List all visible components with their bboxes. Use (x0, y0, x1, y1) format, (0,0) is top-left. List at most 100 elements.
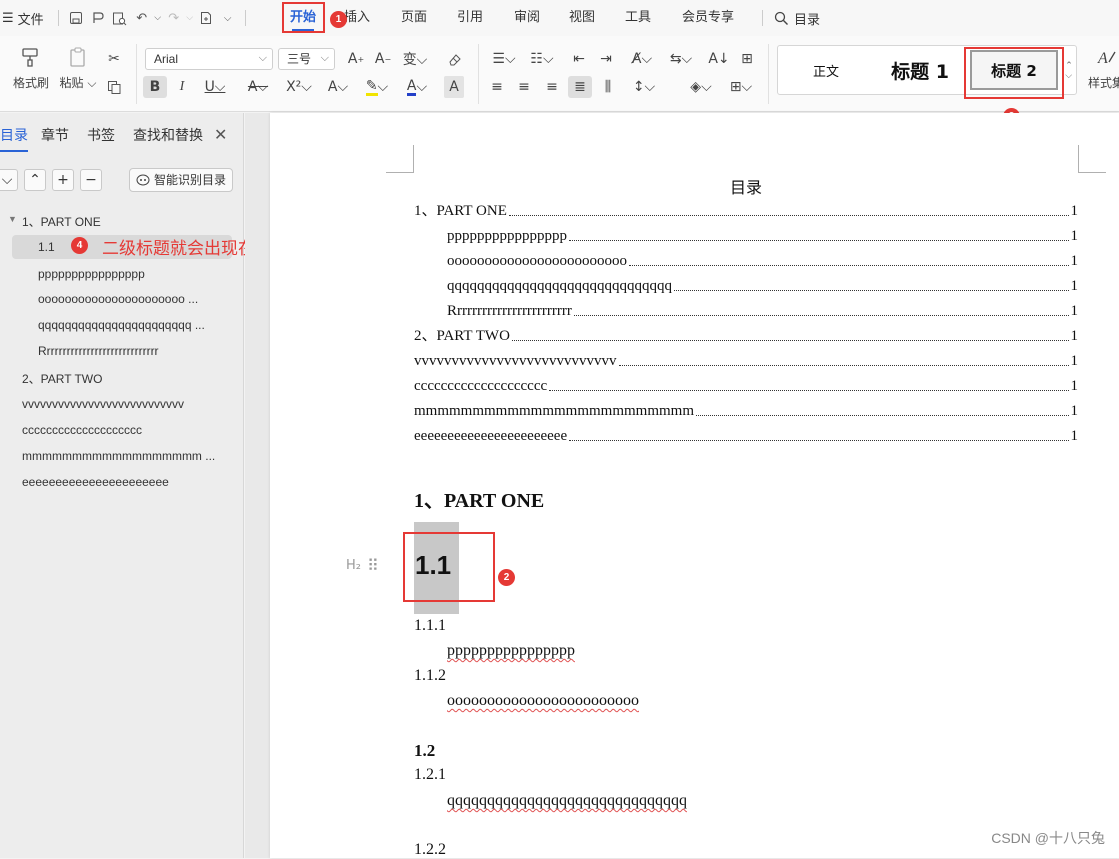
close-pane-icon[interactable]: ✕ (214, 124, 227, 148)
nav-tab-chapters[interactable]: 章节 (41, 125, 69, 149)
toc-row[interactable]: oooooooooooooooooooooooo1 (414, 250, 1078, 270)
export-pdf-icon[interactable] (87, 7, 109, 29)
style-heading-1[interactable]: 标题 1 (874, 46, 966, 94)
toc-row[interactable]: Rrrrrrrrrrrrrrrrrrrrrrrr1 (414, 300, 1078, 320)
search-box[interactable]: 目录 (774, 0, 820, 36)
tab-view[interactable]: 视图 (569, 0, 595, 36)
align-center-icon[interactable]: ≡ (512, 76, 536, 98)
body-text[interactable]: pppppppppppppppp (447, 642, 575, 660)
toc-item[interactable]: mmmmmmmmmmmmmmmmmm ... (22, 449, 234, 463)
char-shading-icon[interactable]: A (444, 76, 464, 98)
drag-handle-icon[interactable]: ⠿ (367, 556, 379, 575)
toc-row[interactable]: qqqqqqqqqqqqqqqqqqqqqqqqqqqqqq1 (414, 275, 1078, 295)
grow-font-icon[interactable]: A+ (344, 48, 368, 70)
decrease-indent-icon[interactable]: ⇤ (567, 48, 591, 70)
tab-home[interactable]: 开始 (290, 0, 316, 36)
toc-item[interactable]: pppppppppppppppp (38, 267, 228, 281)
toc-item[interactable]: eeeeeeeeeeeeeeeeeeeeee (22, 475, 232, 489)
tab-review[interactable]: 审阅 (514, 0, 540, 36)
shrink-font-icon[interactable]: A− (371, 48, 395, 70)
tab-references[interactable]: 引用 (457, 0, 483, 36)
style-heading-2[interactable]: 标题 2 (970, 50, 1058, 90)
save-icon[interactable] (65, 7, 87, 29)
underline-icon[interactable]: U⌵ (200, 76, 230, 98)
nav-tab-toc[interactable]: 目录 (0, 125, 28, 149)
heading-2[interactable]: 1.2 (414, 741, 435, 761)
copy-icon[interactable] (102, 76, 126, 98)
font-color-icon[interactable]: A⌵ (402, 76, 432, 98)
heading-3[interactable]: 1.1.1 (414, 617, 446, 635)
toc-row[interactable]: eeeeeeeeeeeeeeeeeeeeeee1 (414, 425, 1078, 445)
move-up-icon[interactable]: ⌃ (24, 169, 46, 191)
undo-dropdown-icon[interactable]: ⌵ (153, 7, 163, 29)
tab-tools[interactable]: 工具 (625, 0, 651, 36)
bold-icon[interactable]: B (143, 76, 167, 98)
collapse-all-icon[interactable]: ⌵ (0, 169, 18, 191)
font-size-select[interactable]: 三号 (278, 48, 335, 70)
toc-item[interactable]: cccccccccccccccccccc (22, 423, 232, 437)
text-direction-icon[interactable]: A̸⌵ (626, 48, 658, 70)
heading-3[interactable]: 1.2.1 (414, 766, 446, 784)
borders-icon[interactable]: ⊞⌵ (725, 76, 757, 98)
toc-row[interactable]: pppppppppppppppp1 (414, 225, 1078, 245)
bullet-list-icon[interactable]: ☰⌵ (488, 48, 520, 70)
strikethrough-icon[interactable]: A⌵ (243, 76, 273, 98)
align-right-icon[interactable]: ≡ (540, 76, 564, 98)
body-text[interactable]: qqqqqqqqqqqqqqqqqqqqqqqqqqqqqq (447, 792, 687, 810)
file-menu[interactable]: ☰ 文件 (0, 9, 52, 28)
highlight-color-icon[interactable]: ✎⌵ (362, 76, 392, 98)
add-heading-icon[interactable]: + (52, 169, 74, 191)
redo-dropdown-icon[interactable]: ⌵ (185, 7, 195, 29)
toc-item[interactable]: vvvvvvvvvvvvvvvvvvvvvvvvvvv (22, 397, 232, 411)
show-marks-icon[interactable]: ⊞ (735, 48, 759, 70)
toc-item-selected[interactable]: 1.1 (38, 240, 55, 254)
print-preview-icon[interactable] (109, 7, 131, 29)
body-text[interactable]: oooooooooooooooooooooooo (447, 692, 639, 710)
toc-item[interactable]: 2、PART TWO (22, 370, 102, 387)
distribute-icon[interactable]: ⫼ (596, 76, 620, 98)
justify-icon[interactable]: ≣ (568, 76, 592, 98)
remove-heading-icon[interactable]: − (80, 169, 102, 191)
undo-icon[interactable]: ↶ (131, 7, 153, 29)
tab-member[interactable]: 会员专享 (682, 0, 734, 36)
paste-button[interactable]: 粘贴 ⌵ (58, 46, 98, 91)
toc-row[interactable]: 1、PART ONE1 (414, 200, 1078, 220)
style-scroll-icon[interactable]: ⌃⌵ (1063, 56, 1075, 86)
clear-format-icon[interactable] (442, 48, 466, 70)
phonetic-guide-icon[interactable]: 变⌵ (400, 48, 430, 70)
superscript-icon[interactable]: X²⌵ (284, 76, 314, 98)
format-painter-button[interactable]: 格式刷 (11, 46, 51, 91)
line-spacing-icon[interactable]: ↕⌵ (628, 76, 660, 98)
expand-toggle-icon[interactable]: ▼ (8, 214, 17, 224)
nav-tab-bookmarks[interactable]: 书签 (87, 125, 115, 149)
sort-icon[interactable]: A↓ (707, 48, 731, 70)
tab-insert[interactable]: 插入 (344, 0, 370, 36)
smart-toc-button[interactable]: 智能识别目录 (129, 168, 233, 192)
cut-icon[interactable]: ✂ (102, 48, 126, 70)
numbered-list-icon[interactable]: ☷⌵ (526, 48, 558, 70)
toc-row[interactable]: vvvvvvvvvvvvvvvvvvvvvvvvvvv1 (414, 350, 1078, 370)
increase-indent-icon[interactable]: ⇥ (594, 48, 618, 70)
heading-3[interactable]: 1.1.2 (414, 667, 446, 685)
toc-item[interactable]: 1、PART ONE (22, 213, 101, 230)
toc-row[interactable]: 2、PART TWO1 (414, 325, 1078, 345)
style-normal[interactable]: 正文 (778, 46, 874, 94)
align-left-icon[interactable]: ≡ (485, 76, 509, 98)
toc-row[interactable]: mmmmmmmmmmmmmmmmmmmmmmmm1 (414, 400, 1078, 420)
new-document-icon[interactable] (195, 7, 217, 29)
nav-tab-find-replace[interactable]: 查找和替换 (133, 125, 203, 149)
heading-2[interactable]: 1.1 (415, 550, 451, 581)
toc-item[interactable]: qqqqqqqqqqqqqqqqqqqqqqq ... (38, 318, 233, 332)
redo-icon[interactable]: ↷ (163, 7, 185, 29)
tab-page[interactable]: 页面 (401, 0, 427, 36)
font-name-select[interactable]: Arial (145, 48, 273, 70)
style-set-button[interactable]: A 样式集 (1086, 46, 1119, 91)
text-effect-icon[interactable]: A⌵ (323, 76, 353, 98)
toc-row[interactable]: cccccccccccccccccccc1 (414, 375, 1078, 395)
asian-layout-icon[interactable]: ⇆⌵ (666, 48, 696, 70)
more-dropdown-icon[interactable]: ⌵ (217, 7, 239, 29)
heading-3[interactable]: 1.2.2 (414, 841, 446, 859)
toc-item[interactable]: oooooooooooooooooooooo ... (38, 292, 233, 306)
italic-icon[interactable]: I (170, 76, 194, 98)
heading-1[interactable]: 1、PART ONE (414, 484, 544, 513)
